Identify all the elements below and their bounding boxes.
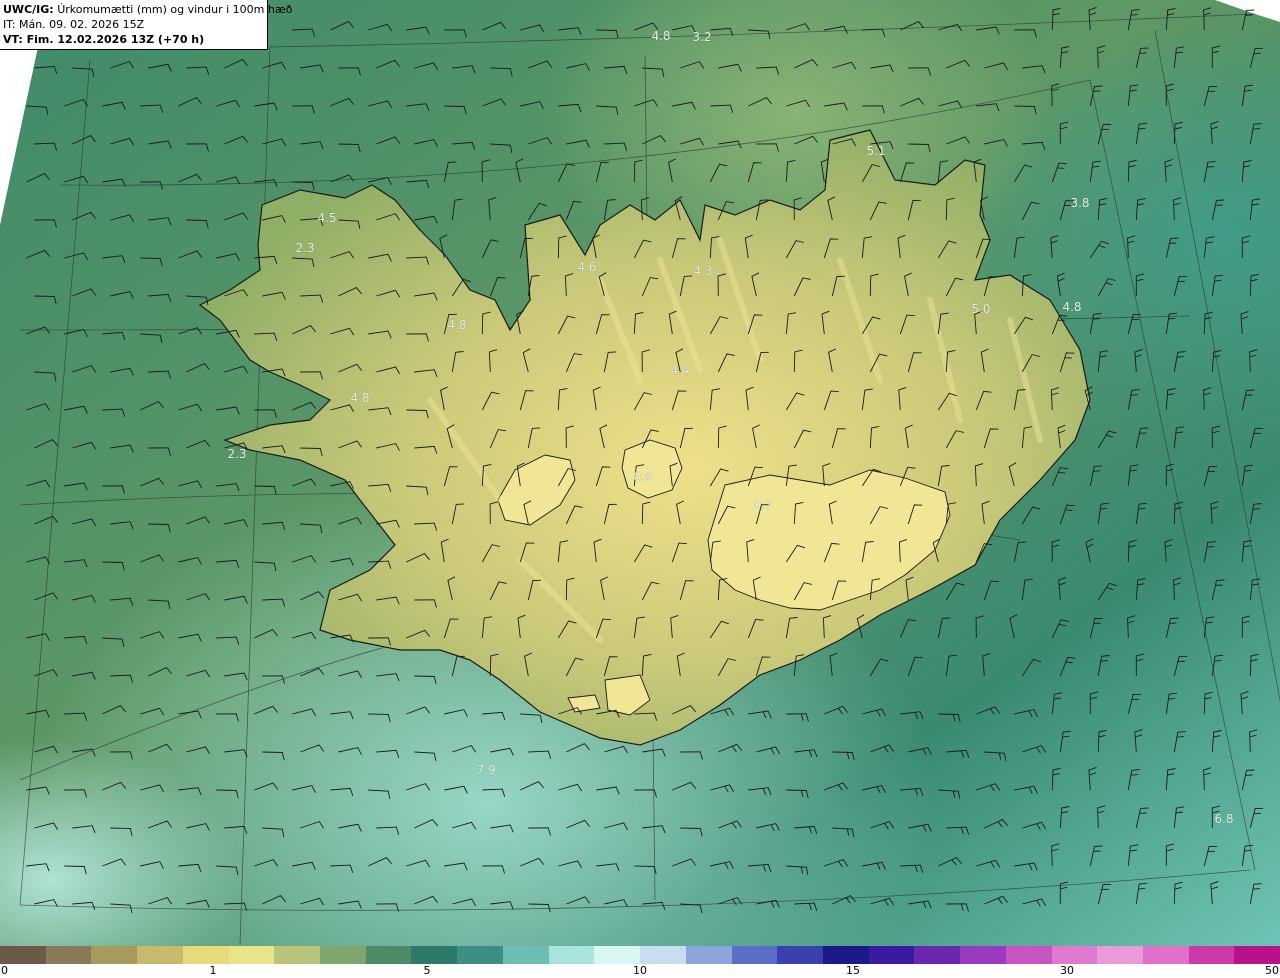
value-label: 2.3 <box>295 241 314 255</box>
colorbar-segment <box>1234 946 1280 964</box>
colorbar-segment <box>640 946 686 964</box>
colorbar-segment <box>45 946 92 964</box>
colorbar-tick-label: 0 <box>1 964 8 977</box>
colorbar-segment <box>594 946 641 964</box>
value-label: 5.1 <box>866 144 885 158</box>
colorbar-segment <box>228 946 275 964</box>
value-label: 3.8 <box>1070 196 1089 210</box>
colorbar-segment <box>91 946 138 964</box>
value-label: 4.3 <box>693 264 712 278</box>
valid-time: VT: Fim. 12.02.2026 13Z (+70 h) <box>3 33 205 46</box>
colorbar-segment <box>0 946 46 964</box>
colorbar-tick-label: 10 <box>633 964 647 977</box>
value-label: 7.9 <box>476 763 495 777</box>
value-label: 2.3 <box>227 447 246 461</box>
colorbar-segment <box>1142 946 1189 964</box>
colorbar-labels: 0 1 5 10 15 30 50 <box>0 964 1280 978</box>
model-name: UWC/IG: <box>3 3 54 16</box>
colorbar-segment <box>137 946 183 964</box>
colorbar-segment <box>731 946 778 964</box>
colorbar-tick-label: 15 <box>846 964 860 977</box>
value-label: 3.2 <box>692 30 711 44</box>
value-label: 4.8 <box>350 391 369 405</box>
colorbar-segment <box>182 946 229 964</box>
colorbar-segment <box>1005 946 1052 964</box>
colorbar-segment <box>1188 946 1235 964</box>
colorbar-segment <box>822 946 869 964</box>
colorbar-segment <box>777 946 823 964</box>
value-label: 0.7 <box>753 498 772 512</box>
value-label: 0.9 <box>633 470 652 484</box>
value-label: 4.8 <box>651 29 670 43</box>
value-label: 4.4 <box>670 363 689 377</box>
forecast-map: 4.8 3.2 5.1 3.8 4.5 2.3 4.6 4.3 4.8 5.0 … <box>0 0 1280 946</box>
colorbar-segment <box>914 946 961 964</box>
colorbar-segment <box>502 946 549 964</box>
colorbar-tick-label: 1 <box>209 964 217 977</box>
colorbar-tick-label: 5 <box>423 964 431 977</box>
colorbar-segment <box>960 946 1006 964</box>
colorbar-segment <box>685 946 732 964</box>
value-label: 4.8 <box>1062 300 1081 314</box>
colorbar-segment <box>1097 946 1143 964</box>
colorbar-tick-label: 50 <box>1265 964 1279 977</box>
colorbar-tick-label: 30 <box>1060 964 1074 977</box>
value-label: 6.8 <box>1214 812 1233 826</box>
value-label: 4.6 <box>577 260 596 274</box>
issue-time: IT: Mán. 09. 02. 2026 15Z <box>3 18 145 31</box>
precipitation-colorbar <box>0 946 1280 964</box>
colorbar-segment <box>548 946 595 964</box>
value-label: 4.8 <box>447 318 466 332</box>
value-label: 5.0 <box>971 302 990 316</box>
colorbar-segment <box>274 946 321 964</box>
colorbar-segment <box>1051 946 1098 964</box>
colorbar-segment <box>868 946 915 964</box>
colorbar-segment <box>457 946 503 964</box>
value-label: 4.5 <box>317 211 336 225</box>
colorbar-segment <box>320 946 366 964</box>
map-title: Úrkomumætti (mm) og vindur i 100m hæð <box>57 3 293 16</box>
colorbar-segment <box>411 946 458 964</box>
forecast-info-box: UWC/IG: Úrkomumætti (mm) og vindur i 100… <box>0 0 292 50</box>
colorbar-segment <box>365 946 412 964</box>
title-line: UWC/IG: Úrkomumætti (mm) og vindur i 100… <box>3 2 292 17</box>
